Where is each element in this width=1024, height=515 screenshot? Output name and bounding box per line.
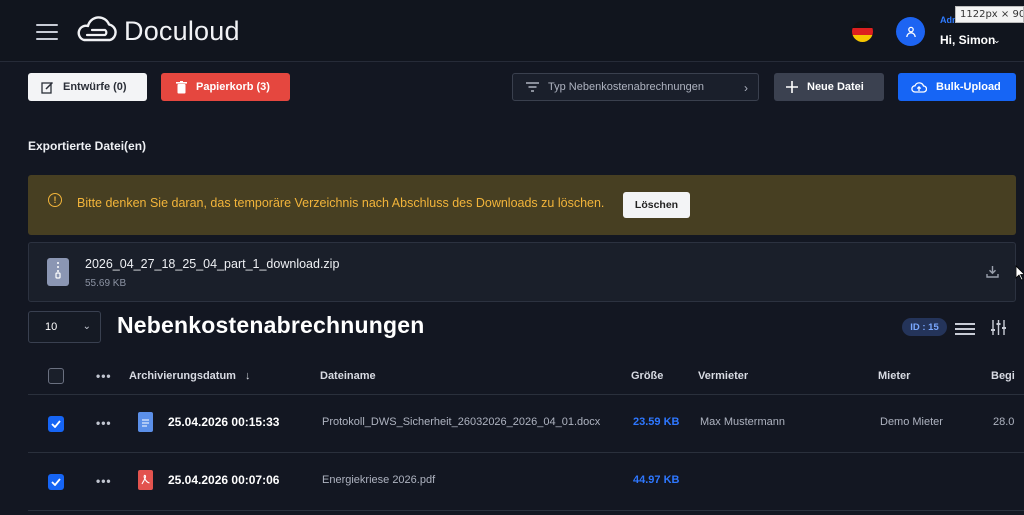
list-view-icon[interactable]: [955, 322, 975, 340]
type-filter-label: Typ Nebenkostenabrechnungen: [548, 81, 704, 93]
column-archive-date[interactable]: Archivierungsdatum ↓: [129, 370, 251, 382]
header-actions-menu[interactable]: •••: [96, 369, 112, 383]
column-tenant[interactable]: Mieter: [878, 370, 910, 382]
select-all-checkbox[interactable]: [48, 368, 64, 384]
page-size-value: 10: [45, 321, 58, 333]
delete-temp-button[interactable]: Löschen: [623, 192, 690, 218]
column-landlord[interactable]: Vermieter: [698, 370, 748, 382]
row-filename[interactable]: Protokoll_DWS_Sicherheit_26032026_2026_0…: [322, 416, 600, 428]
avatar[interactable]: [896, 17, 925, 46]
download-icon[interactable]: [986, 265, 999, 283]
page-size-select[interactable]: 10 ⌄: [28, 311, 101, 343]
chevron-right-icon: ›: [744, 81, 748, 95]
row-filename[interactable]: Energiekriese 2026.pdf: [322, 474, 435, 486]
type-filter-button[interactable]: Typ Nebenkostenabrechnungen ›: [512, 73, 759, 101]
zip-file-icon: [47, 258, 69, 286]
row-date: 25.04.2026 00:07:06: [168, 473, 280, 487]
list-title: Nebenkostenabrechnungen: [117, 312, 425, 338]
export-section-title: Exportierte Datei(en): [28, 139, 147, 153]
trash-label: Papierkorb (3): [196, 81, 270, 93]
new-file-label: Neue Datei: [807, 81, 864, 93]
pdf-file-icon: [138, 470, 153, 490]
menu-icon[interactable]: [36, 24, 58, 40]
chevron-down-icon: ⌄: [82, 321, 91, 332]
row-begin: 28.0: [993, 416, 1015, 428]
plus-icon: [786, 81, 798, 93]
window-size-tooltip: 1122px × 909: [955, 6, 1024, 23]
export-file-size: 55.69 KB: [85, 278, 127, 289]
row-size: 23.59 KB: [633, 416, 680, 428]
filter-icon: [526, 82, 539, 92]
check-icon: [51, 420, 61, 428]
warning-icon: !: [48, 193, 62, 207]
chevron-down-icon[interactable]: ⌄: [993, 35, 1001, 46]
bulk-upload-label: Bulk-Upload: [936, 81, 1001, 93]
id-badge: ID : 15: [902, 318, 947, 336]
sliders-icon[interactable]: [990, 319, 1007, 341]
row-actions-menu[interactable]: •••: [96, 416, 112, 430]
cloud-upload-icon: [911, 81, 927, 93]
user-menu[interactable]: Hi, Simon: [940, 33, 995, 47]
sort-arrow-icon: ↓: [245, 370, 251, 382]
column-archive-date-label: Archivierungsdatum: [129, 370, 236, 382]
column-filename[interactable]: Dateiname: [320, 370, 376, 382]
new-file-button[interactable]: Neue Datei: [774, 73, 884, 101]
row-size: 44.97 KB: [633, 474, 680, 486]
table-row[interactable]: ••• 25.04.2026 00:07:06 Energiekriese 20…: [28, 453, 1024, 511]
table-row[interactable]: ••• 25.04.2026 00:15:33 Protokoll_DWS_Si…: [28, 395, 1024, 453]
row-actions-menu[interactable]: •••: [96, 474, 112, 488]
edit-icon: [41, 81, 54, 94]
drafts-button[interactable]: Entwürfe (0): [28, 73, 147, 101]
mouse-cursor-icon: [1015, 265, 1024, 286]
export-file-name[interactable]: 2026_04_27_18_25_04_part_1_download.zip: [85, 257, 339, 271]
drafts-label: Entwürfe (0): [63, 81, 127, 93]
alert-message: Bitte denken Sie daran, das temporäre Ve…: [77, 196, 605, 210]
user-icon: [905, 26, 916, 37]
table-header: ••• Archivierungsdatum ↓ Dateiname Größe…: [28, 357, 1024, 395]
column-begin[interactable]: Begi: [991, 370, 1015, 382]
logo[interactable]: Doculoud: [74, 16, 240, 46]
check-icon: [51, 478, 61, 486]
trash-icon: [176, 80, 187, 94]
warning-alert: ! Bitte denken Sie daran, das temporäre …: [28, 175, 1016, 235]
row-date: 25.04.2026 00:15:33: [168, 415, 280, 429]
cloud-logo-icon: [77, 16, 117, 42]
export-file-card: 2026_04_27_18_25_04_part_1_download.zip …: [28, 242, 1016, 302]
row-tenant: Demo Mieter: [880, 416, 943, 428]
row-checkbox[interactable]: [48, 474, 64, 490]
trash-button[interactable]: Papierkorb (3): [161, 73, 290, 101]
row-checkbox[interactable]: [48, 416, 64, 432]
german-flag-icon[interactable]: [852, 21, 873, 42]
row-landlord: Max Mustermann: [700, 416, 785, 428]
docx-file-icon: [138, 412, 153, 432]
brand-name: Doculoud: [124, 15, 240, 46]
column-size[interactable]: Größe: [631, 370, 663, 382]
bulk-upload-button[interactable]: Bulk-Upload: [898, 73, 1016, 101]
top-navbar: Doculoud Admin Hi, Simon ⌄ 1122px × 909: [0, 0, 1024, 62]
